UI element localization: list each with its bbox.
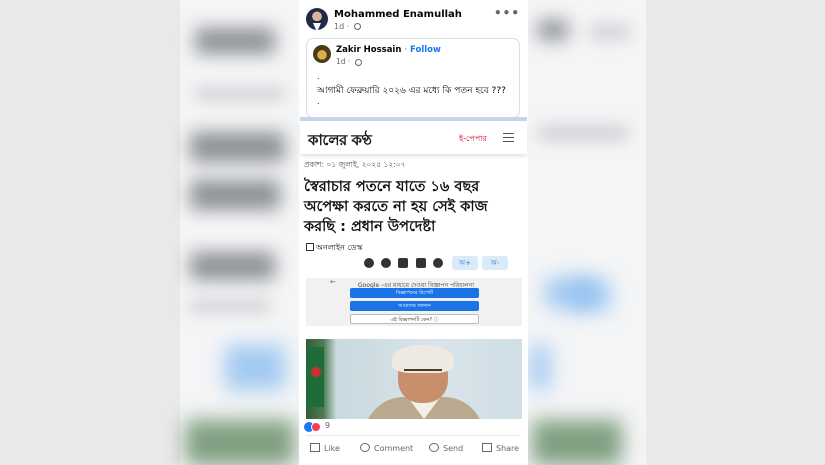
post-actions-bar: Like Comment Send Share	[299, 440, 528, 460]
whatsapp-icon	[433, 258, 443, 268]
reaction-count: 9	[325, 421, 331, 430]
shared-author-avatar[interactable]	[313, 45, 331, 63]
back-arrow-icon: ←	[330, 278, 336, 286]
publish-date: প্রকাশ: ০১ জুলাই, ২০২৫ ১২:০৭	[304, 160, 406, 169]
more-options-icon[interactable]: •••	[494, 6, 520, 20]
hamburger-menu-icon	[503, 133, 514, 142]
shared-timestamp[interactable]: 1d ·	[336, 57, 362, 66]
author-name[interactable]: Mohammed Enamullah	[334, 9, 462, 20]
facebook-post: Mohammed Enamullah 1d · ••• Zakir Hossai…	[299, 0, 528, 465]
shared-text-dot: .	[317, 72, 320, 81]
messenger-icon	[381, 258, 391, 268]
messenger-icon	[429, 443, 439, 452]
shared-author-name[interactable]: Zakir Hossain	[336, 45, 401, 55]
article-photo	[306, 339, 522, 419]
share-button[interactable]: Share	[482, 443, 519, 453]
google-ad-panel: ← Google -এর মাধ্যমে দেওয়া বিজ্ঞাপন পরি…	[306, 278, 522, 326]
font-decrease-button: অ-	[482, 256, 508, 270]
article-headline: স্বৈরাচার পতনে যাতে ১৬ বছর অপেক্ষা করতে …	[304, 179, 488, 235]
linkedin-icon	[416, 258, 426, 268]
shared-author-line: Zakir Hossain · Follow	[336, 45, 441, 55]
author-desk: অনলাইন ডেস্ক	[306, 242, 362, 255]
flag-shape	[306, 347, 324, 407]
separator-dot: ·	[404, 45, 408, 55]
actions-divider	[306, 435, 520, 436]
facebook-icon	[364, 258, 374, 268]
globe-icon	[354, 58, 362, 66]
shared-post[interactable]: Zakir Hossain · Follow 1d · . আগামী ফেব্…	[306, 38, 520, 118]
kaler-kantho-logo: কালের কণ্ঠ	[308, 131, 372, 149]
follow-button[interactable]: Follow	[410, 45, 441, 55]
post-timestamp[interactable]: 1d ·	[334, 22, 361, 31]
shared-text-dot: .	[317, 97, 320, 106]
share-arrow-icon	[482, 443, 492, 452]
comment-icon	[360, 443, 370, 452]
thumbs-up-icon	[310, 443, 320, 452]
article-screenshot[interactable]: কালের কণ্ঠ ই-পেপার প্রকাশ: ০১ জুলাই, ২০২…	[300, 117, 527, 419]
flag-disc	[311, 367, 321, 377]
twitter-icon	[398, 258, 408, 268]
globe-icon	[353, 23, 361, 30]
post-header: Mohammed Enamullah 1d · •••	[299, 0, 528, 38]
feedback-ad-button: আমাদের জানান	[350, 301, 479, 311]
author-avatar[interactable]	[306, 8, 328, 30]
why-this-ad-button: এই বিজ্ঞাপনটি কেন? ⓘ	[350, 314, 479, 324]
epaper-link: ই-পেপার	[459, 134, 487, 143]
shared-post-text: আগামী ফেব্রুয়ারি ২০২৬ এর মধ্যে কি পতন হ…	[317, 86, 506, 96]
article-navbar: কালের কণ্ঠ ই-পেপার	[300, 121, 527, 154]
comment-button[interactable]: Comment	[360, 443, 413, 453]
photo-glasses	[404, 369, 442, 377]
report-ad-button: বিজ্ঞাপনের রিপোর্ট	[350, 288, 479, 298]
font-increase-button: অ+	[452, 256, 478, 270]
love-reaction-icon	[311, 422, 321, 432]
send-button[interactable]: Send	[429, 443, 463, 453]
edit-icon	[306, 243, 314, 251]
like-button[interactable]: Like	[310, 443, 340, 453]
